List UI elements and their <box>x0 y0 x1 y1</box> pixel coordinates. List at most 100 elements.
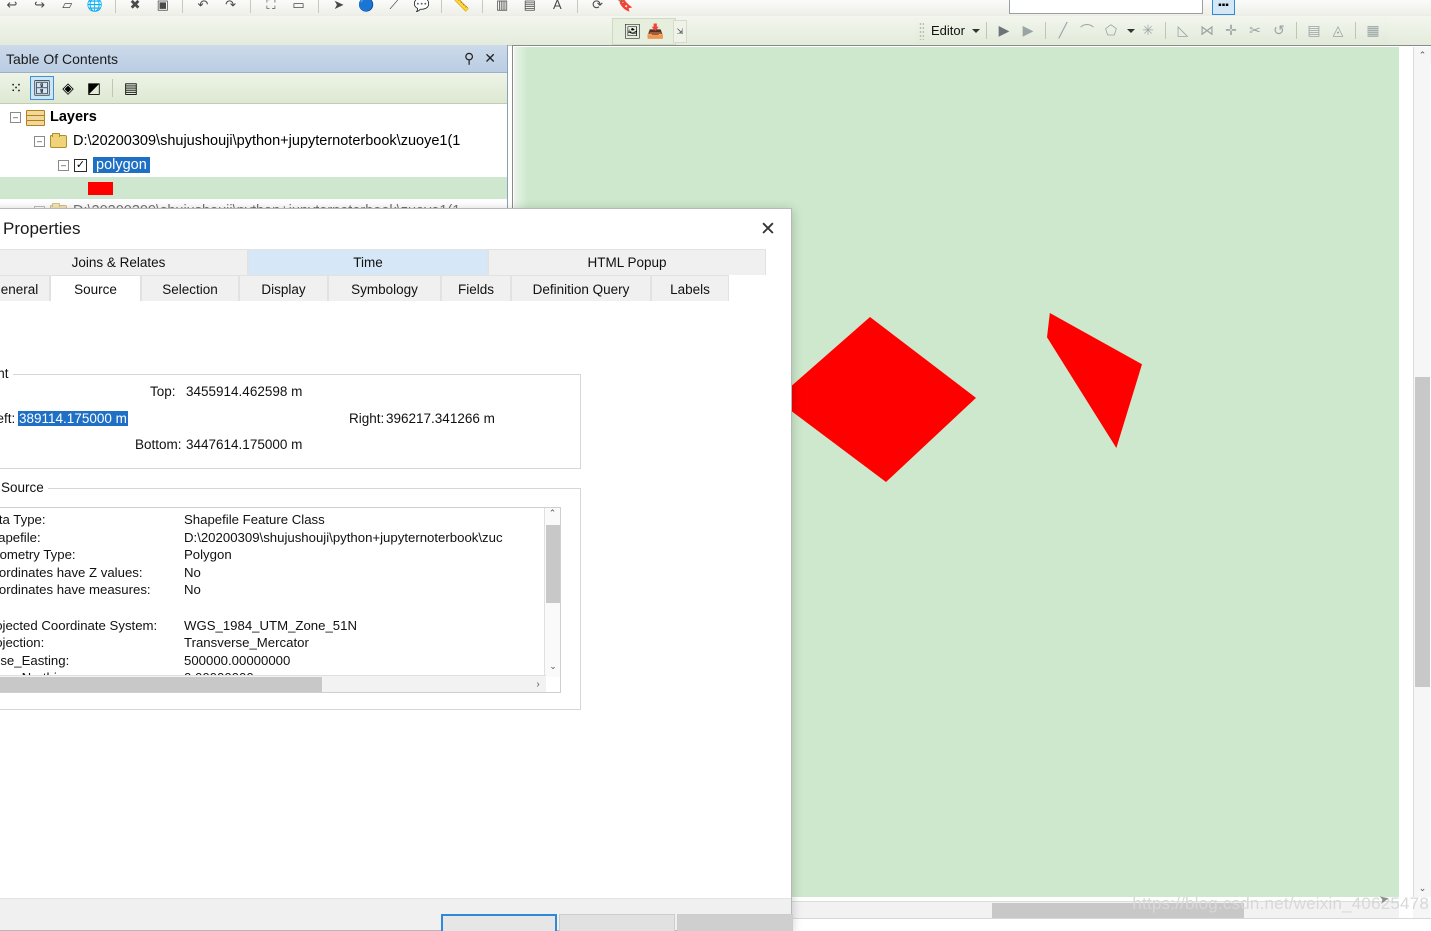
font-icon[interactable]: A <box>546 0 568 16</box>
data-source-horizontal-scrollbar[interactable]: ‹ › <box>0 675 546 692</box>
straight-segment-icon[interactable]: ╱ <box>1052 20 1074 42</box>
collapse-toggle-icon[interactable]: – <box>10 111 21 123</box>
data-source-vertical-scrollbar[interactable]: ⌃ ⌄ <box>544 508 560 677</box>
tab-display[interactable]: Display <box>239 275 328 302</box>
scrollbar-thumb[interactable] <box>992 903 1244 918</box>
tab-fields[interactable]: Fields <box>441 275 511 302</box>
ok-button[interactable] <box>441 914 557 931</box>
layer-visibility-checkbox[interactable]: ✓ <box>74 158 87 172</box>
tab-labels[interactable]: Labels <box>651 275 729 302</box>
toc-root-row[interactable]: – Layers <box>0 105 507 129</box>
pin-icon[interactable]: ⚲ <box>459 50 479 67</box>
close-icon[interactable]: ✕ <box>745 209 791 249</box>
snapping-icon[interactable]: ✳ <box>1137 20 1159 42</box>
find-icon[interactable]: 🔵 <box>355 0 377 16</box>
toolbar-grip[interactable] <box>919 21 924 40</box>
chevron-up-icon[interactable]: ⌃ <box>1414 47 1431 64</box>
toolbar-overflow-button[interactable]: ⇲ <box>673 20 687 43</box>
globe-icon[interactable]: 🌐 <box>84 0 106 16</box>
image-georef-icon[interactable]: 🖼 <box>623 22 643 42</box>
editor-toolbar[interactable]: Editor ▶ ▶ ╱ ⌒ ⬠ ✳ ◺ ⋈ ✛ ✂ ↺ ▤ ◬ ▦ <box>915 17 1388 44</box>
sketch-properties-icon[interactable]: ◬ <box>1327 20 1349 42</box>
bookmark-icon[interactable]: 🔖 <box>614 0 636 16</box>
map-polygon-feature[interactable] <box>776 317 976 482</box>
identify-icon[interactable]: ➤ <box>328 0 350 16</box>
tab-source[interactable]: Source <box>50 275 141 302</box>
measure-icon[interactable]: 📏 <box>451 0 473 16</box>
toc-folder-row[interactable]: – D:\20200309\shujushouji\python+jupyter… <box>0 129 507 153</box>
chevron-up-icon[interactable]: ⌃ <box>545 508 560 524</box>
data-source-properties-list[interactable]: Data Type: Shapefile Feature Class Shape… <box>0 507 561 693</box>
refresh-icon[interactable]: ⟳ <box>587 0 609 16</box>
chevron-right-icon[interactable]: › <box>530 679 546 690</box>
georeferencing-toolbar[interactable]: 🖼 📥 <box>612 18 676 45</box>
chevron-down-icon[interactable] <box>971 28 980 33</box>
select-elements-button[interactable]: ▪▪▪ <box>1212 0 1235 15</box>
cancel-button[interactable] <box>559 914 675 931</box>
label-icon[interactable]: ▤ <box>519 0 541 16</box>
rotate-icon[interactable]: ✛ <box>1220 20 1242 42</box>
clear-selection-icon[interactable]: ✖ <box>124 0 146 16</box>
toc-layer-label[interactable]: polygon <box>93 157 150 173</box>
zoom-in-icon[interactable]: ▭ <box>288 0 310 16</box>
redo-icon[interactable]: ↷ <box>220 0 242 16</box>
dialog-tabstrip[interactable]: Joins & Relates Time HTML Popup eneral S… <box>0 249 791 302</box>
tab-row-upper[interactable]: Joins & Relates Time HTML Popup <box>0 249 791 275</box>
toc-symbol-row[interactable] <box>0 177 507 199</box>
construct-polygon-icon[interactable]: ⬠ <box>1100 20 1122 42</box>
hyperlink-icon[interactable]: ⟋ <box>383 0 405 16</box>
close-icon[interactable]: ✕ <box>479 50 501 67</box>
attributes-icon[interactable]: ▤ <box>1303 20 1325 42</box>
scrollbar-thumb[interactable] <box>1415 377 1430 687</box>
search-input[interactable] <box>1009 0 1203 14</box>
apply-button[interactable] <box>677 914 793 931</box>
toc-layer-row[interactable]: – ✓ polygon <box>0 153 507 177</box>
forward-arrow-icon[interactable]: ↪ <box>29 0 51 16</box>
edit-annotation-icon[interactable]: ▶ <box>1017 20 1039 42</box>
source-icon[interactable]: 🗄 <box>30 76 54 100</box>
map-polygon-feature[interactable] <box>1047 313 1142 448</box>
tab-html-popup[interactable]: HTML Popup <box>488 249 766 275</box>
tab-symbology[interactable]: Symbology <box>328 275 441 302</box>
tab-time[interactable]: Time <box>248 249 488 275</box>
create-features-icon[interactable]: ▦ <box>1362 20 1384 42</box>
scrollbar-thumb[interactable] <box>546 525 560 603</box>
scrollbar-thumb[interactable] <box>0 677 322 692</box>
chevron-down-icon[interactable]: ⌄ <box>1414 880 1431 897</box>
map-vertical-scrollbar[interactable]: ⌃ ⌄ <box>1413 47 1431 897</box>
layer-properties-dialog[interactable]: Properties ✕ Joins & Relates Time HTML P… <box>0 208 793 931</box>
tab-general[interactable]: eneral <box>0 275 50 302</box>
tab-definition-query[interactable]: Definition Query <box>511 275 651 302</box>
toc-layer-tree[interactable]: – Layers – D:\20200309\shujushouji\pytho… <box>0 104 507 211</box>
collapse-toggle-icon[interactable]: – <box>58 159 69 171</box>
visibility-icon[interactable]: ◈ <box>56 76 80 100</box>
tab-row-lower[interactable]: eneral Source Selection Display Symbolog… <box>0 275 791 302</box>
box-arrow-icon[interactable]: 📥 <box>646 22 666 42</box>
layer-symbol-swatch[interactable] <box>88 181 113 195</box>
toc-toolbar[interactable]: ⁙ 🗄 ◈ ◩ ▤ <box>0 73 507 104</box>
back-arrow-icon[interactable]: ↩ <box>1 0 23 16</box>
cut-icon[interactable]: ✂ <box>1244 20 1266 42</box>
select-rect-icon[interactable]: ▱ <box>56 0 78 16</box>
chevron-down-icon[interactable] <box>1126 28 1135 33</box>
split-icon[interactable]: ⋈ <box>1196 20 1218 42</box>
extent-left-value[interactable]: 389114.175000 m <box>18 411 128 426</box>
scale-icon[interactable]: ⛶ <box>260 0 282 16</box>
trace-icon[interactable]: ◺ <box>1172 20 1194 42</box>
undo-edit-icon[interactable]: ↺ <box>1268 20 1290 42</box>
tab-joins-relates[interactable]: Joins & Relates <box>0 249 248 275</box>
tab-selection[interactable]: Selection <box>141 275 239 302</box>
endpoint-arc-icon[interactable]: ⌒ <box>1076 20 1098 42</box>
undo-icon[interactable]: ↶ <box>192 0 214 16</box>
edit-tool-icon[interactable]: ▶ <box>993 20 1015 42</box>
main-toolbar[interactable]: ↩ ↪ ▱ 🌐 ✖ ▣ ↶ ↷ ⛶ ▭ ➤ 🔵 ⟋ 💬 📏 ▥ ▤ A ⟳ 🔖 … <box>0 0 1431 17</box>
collapse-toggle-icon[interactable]: – <box>34 135 45 147</box>
options-icon[interactable]: ▤ <box>119 76 143 100</box>
drawing-order-icon[interactable]: ⁙ <box>4 76 28 100</box>
editor-menu-label[interactable]: Editor <box>929 23 967 38</box>
select-features-icon[interactable]: ▣ <box>152 0 174 16</box>
selection-icon[interactable]: ◩ <box>82 76 106 100</box>
html-popup-icon[interactable]: 💬 <box>411 0 433 16</box>
chevron-down-icon[interactable]: ⌄ <box>545 661 560 677</box>
table-icon[interactable]: ▥ <box>491 0 513 16</box>
